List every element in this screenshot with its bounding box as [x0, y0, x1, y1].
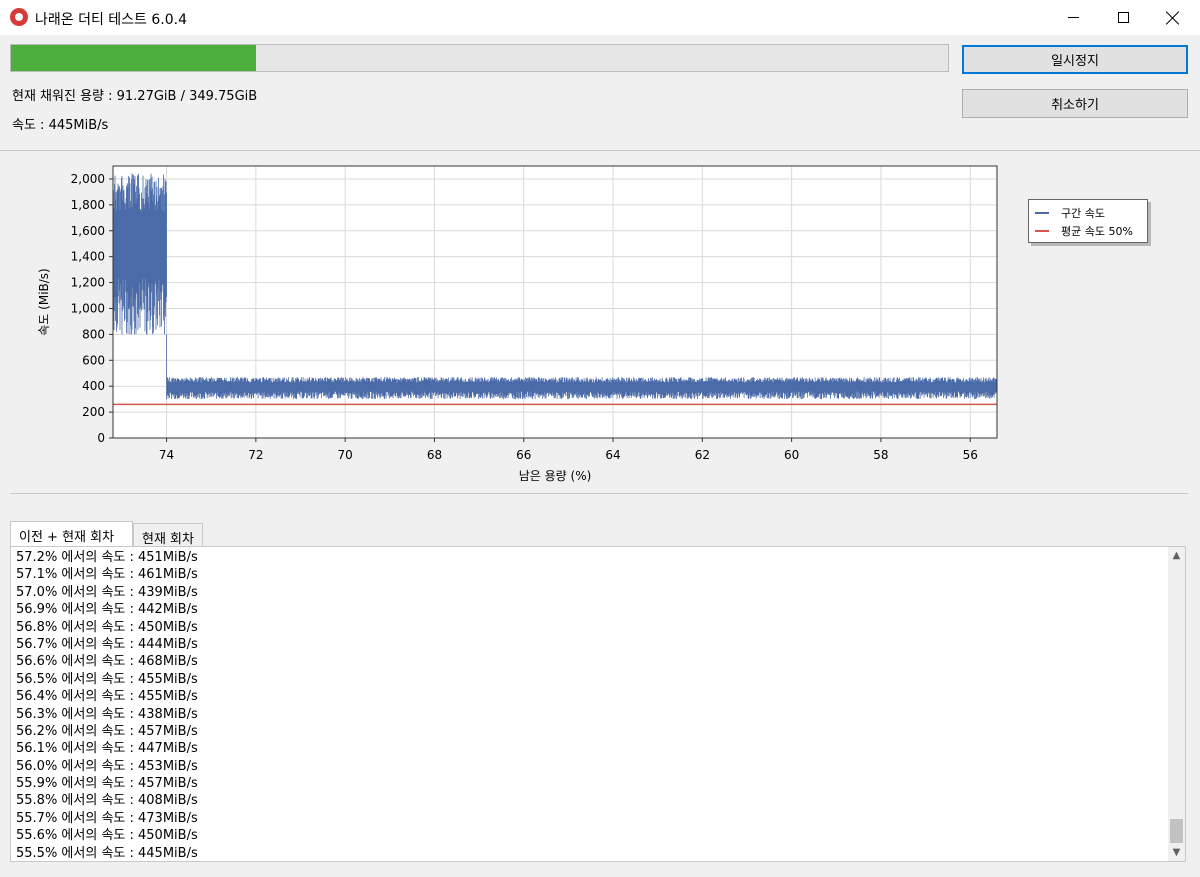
- y-tick-label: 0: [97, 431, 105, 445]
- chevron-down-icon: ▼: [1172, 847, 1181, 858]
- x-tick-label: 60: [784, 448, 799, 462]
- app-logo-icon: [10, 8, 28, 26]
- scroll-up-button[interactable]: ▲: [1168, 547, 1185, 564]
- log-item: 55.9% 에서의 속도 : 457MiB/s: [16, 776, 198, 792]
- y-tick-label: 200: [82, 405, 105, 419]
- legend-item: 평균 속도 50%: [1035, 222, 1141, 240]
- chevron-up-icon: ▲: [1172, 550, 1181, 561]
- minimize-button[interactable]: [1050, 0, 1096, 35]
- progress-fill: [11, 45, 256, 71]
- log-item: 55.8% 에서의 속도 : 408MiB/s: [16, 793, 198, 809]
- chart-legend: 구간 속도 평균 속도 50%: [1028, 199, 1148, 243]
- log-item: 56.0% 에서의 속도 : 453MiB/s: [16, 758, 198, 774]
- log-item: 55.5% 에서의 속도 : 445MiB/s: [16, 845, 198, 861]
- log-list-box[interactable]: 57.2% 에서의 속도 : 451MiB/s 57.1% 에서의 속도 : 46…: [10, 546, 1186, 862]
- log-item: 55.7% 에서의 속도 : 473MiB/s: [16, 810, 198, 826]
- progress-bar: [10, 44, 949, 72]
- log-item: 56.7% 에서의 속도 : 444MiB/s: [16, 636, 198, 652]
- legend-label: 구간 속도: [1061, 207, 1105, 220]
- scrollbar[interactable]: ▲ ▼: [1168, 547, 1185, 861]
- x-tick-label: 68: [427, 448, 442, 462]
- title-bar: 나래온 더티 테스트 6.0.4: [0, 0, 1200, 35]
- y-tick-label: 1,000: [71, 301, 105, 315]
- capacity-label: 현재 채워진 용량 : 91.27GiB / 349.75GiB: [12, 89, 258, 104]
- tab-current[interactable]: 현재 회차: [133, 523, 203, 547]
- log-item: 56.4% 에서의 속도 : 455MiB/s: [16, 689, 198, 705]
- minimize-icon: [1067, 17, 1079, 18]
- x-tick-label: 56: [963, 448, 978, 462]
- legend-item: 구간 속도: [1035, 204, 1141, 222]
- chart-panel: 0 200 400 600 800 1,000 1,200 1,400 1,600 1,800 2,…: [10, 152, 1188, 494]
- maximize-icon: [1117, 12, 1129, 23]
- y-tick-label: 1,400: [71, 250, 105, 264]
- divider: [0, 150, 1200, 151]
- maximize-button[interactable]: [1100, 0, 1146, 35]
- close-button[interactable]: [1150, 0, 1196, 35]
- legend-swatch: [1035, 212, 1049, 214]
- window-title: 나래온 더티 테스트 6.0.4: [35, 12, 188, 28]
- log-item: 56.3% 에서의 속도 : 438MiB/s: [16, 706, 198, 722]
- speed-label: 속도 : 445MiB/s: [12, 118, 109, 133]
- log-item: 57.0% 에서의 속도 : 439MiB/s: [16, 584, 198, 600]
- x-tick-label: 72: [248, 448, 263, 462]
- y-axis-title: 속도 (MiB/s): [37, 268, 51, 335]
- tab-previous-and-current[interactable]: 이전 + 현재 회차: [10, 521, 133, 547]
- scroll-down-button[interactable]: ▼: [1168, 844, 1185, 861]
- log-item: 56.1% 에서의 속도 : 447MiB/s: [16, 741, 198, 757]
- legend-label: 평균 속도 50%: [1061, 225, 1133, 238]
- y-tick-label: 2,000: [71, 172, 105, 186]
- log-item: 56.2% 에서의 속도 : 457MiB/s: [16, 723, 198, 739]
- x-axis-title: 남은 용량 (%): [519, 469, 592, 483]
- speed-chart: 0 200 400 600 800 1,000 1,200 1,400 1,600 1,800 2,…: [37, 165, 998, 483]
- log-item: 56.5% 에서의 속도 : 455MiB/s: [16, 671, 198, 687]
- x-tick-label: 66: [516, 448, 531, 462]
- x-tick-label: 70: [338, 448, 353, 462]
- log-list: 57.2% 에서의 속도 : 451MiB/s 57.1% 에서의 속도 : 46…: [16, 549, 198, 861]
- pause-button[interactable]: 일시정지: [962, 45, 1188, 74]
- scroll-thumb[interactable]: [1170, 819, 1183, 843]
- legend-swatch: [1035, 230, 1049, 232]
- log-item: 56.9% 에서의 속도 : 442MiB/s: [16, 602, 198, 618]
- y-tick-label: 400: [82, 379, 105, 393]
- log-item: 57.1% 에서의 속도 : 461MiB/s: [16, 567, 198, 583]
- y-tick-label: 1,800: [71, 198, 105, 212]
- log-item: 56.8% 에서의 속도 : 450MiB/s: [16, 619, 198, 635]
- x-tick-label: 58: [873, 448, 888, 462]
- cancel-button[interactable]: 취소하기: [962, 89, 1188, 118]
- log-item: 56.6% 에서의 속도 : 468MiB/s: [16, 654, 198, 670]
- close-icon: [1166, 11, 1180, 25]
- x-tick-label: 62: [695, 448, 710, 462]
- y-tick-label: 800: [82, 327, 105, 341]
- log-item: 57.2% 에서의 속도 : 451MiB/s: [16, 550, 198, 565]
- log-item: 55.6% 에서의 속도 : 450MiB/s: [16, 828, 198, 844]
- y-tick-label: 1,200: [71, 276, 105, 290]
- x-tick-label: 64: [605, 448, 620, 462]
- y-tick-label: 1,600: [71, 224, 105, 238]
- y-tick-label: 600: [82, 353, 105, 367]
- x-tick-label: 74: [159, 448, 174, 462]
